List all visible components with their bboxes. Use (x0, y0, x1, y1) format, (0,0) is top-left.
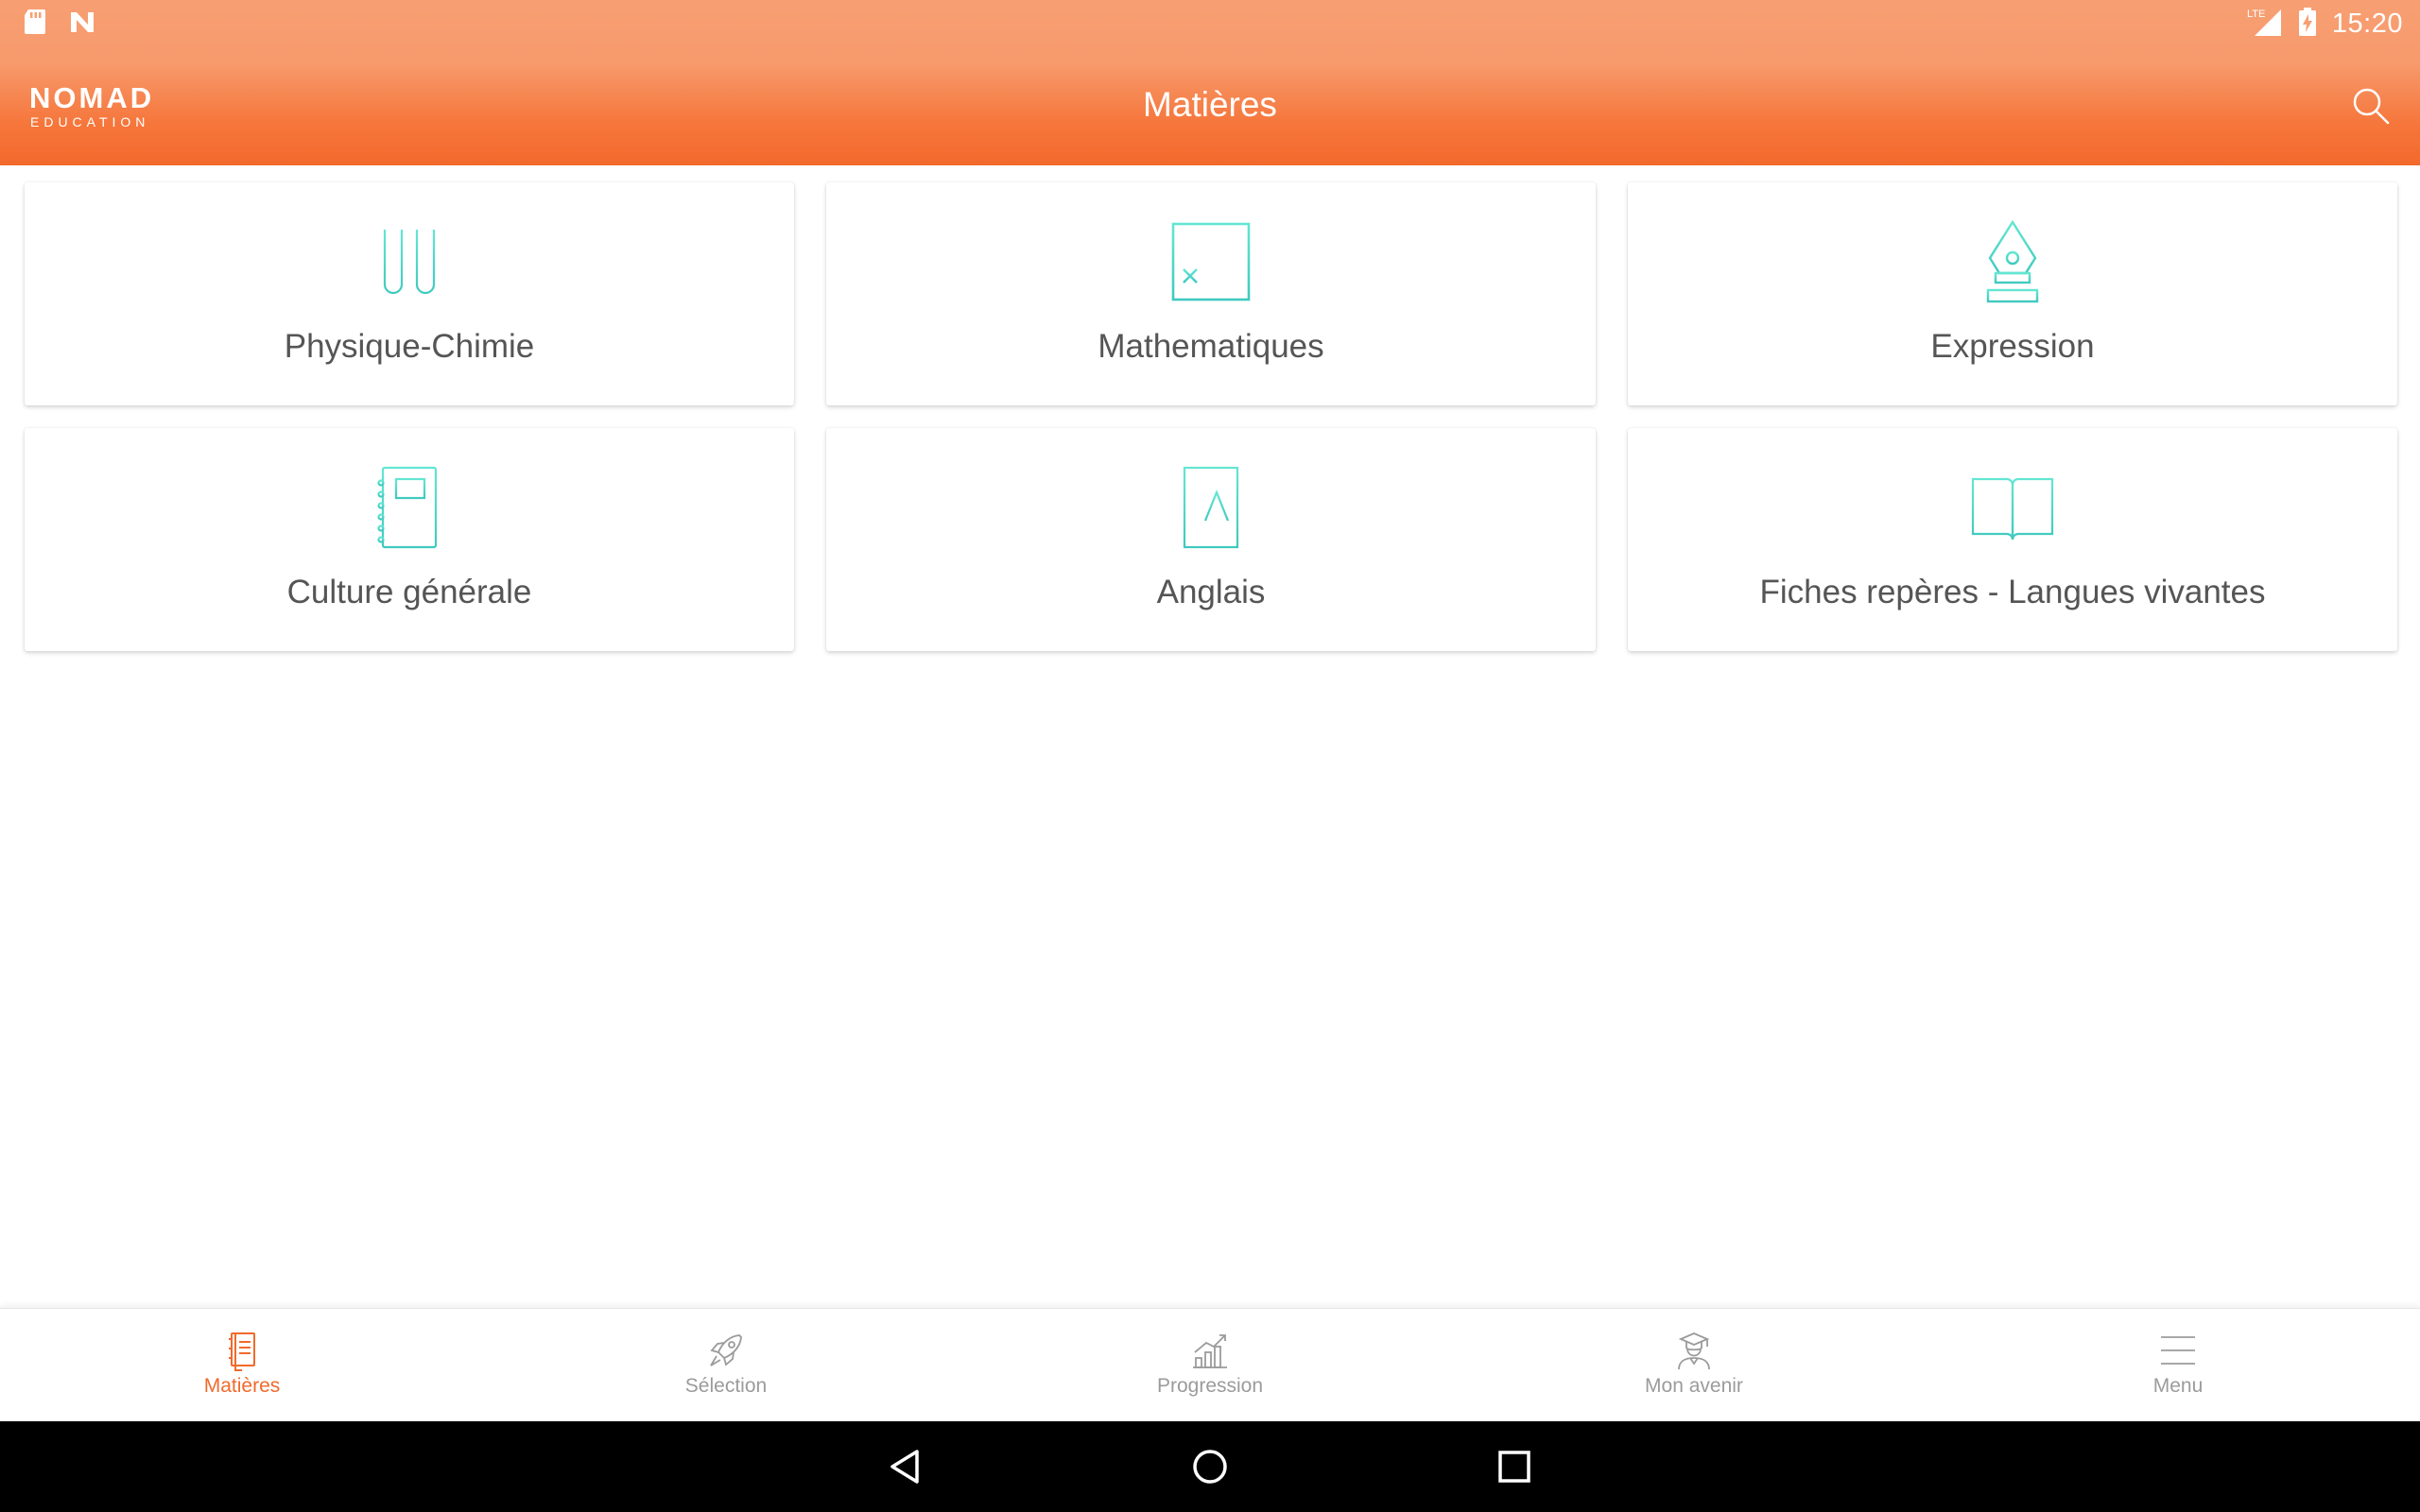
recents-square-icon (1498, 1451, 1530, 1483)
recents-button[interactable] (1492, 1444, 1537, 1489)
subject-card-physique-chimie[interactable]: Physique-Chimie (25, 182, 794, 405)
bar-chart-icon (1193, 1334, 1227, 1368)
letter-book-icon (1183, 466, 1239, 549)
search-icon (2353, 88, 2390, 125)
nav-item-progression[interactable]: Progression (968, 1309, 1452, 1422)
subject-label: Anglais (1156, 574, 1266, 610)
home-circle-icon (1193, 1450, 1227, 1484)
subject-card-mathematiques[interactable]: Mathematiques (826, 182, 1596, 405)
subject-label: Culture générale (286, 574, 532, 610)
search-button[interactable] (2348, 83, 2394, 129)
notebook-icon (229, 1332, 255, 1371)
nav-label: Sélection (684, 1375, 768, 1397)
subject-label: Mathematiques (1098, 328, 1324, 365)
subject-card-expression[interactable]: Expression (1628, 182, 2397, 405)
subject-card-anglais[interactable]: Anglais (826, 428, 1596, 651)
graduate-icon (1678, 1332, 1710, 1370)
sd-card-icon (23, 8, 47, 41)
test-tubes-icon (383, 222, 436, 301)
subject-label: Physique-Chimie (284, 328, 535, 365)
hamburger-menu-icon (2161, 1336, 2195, 1365)
subject-label: Fiches repères - Langues vivantes (1759, 574, 2266, 610)
open-book-icon (1967, 472, 2058, 543)
fountain-pen-icon (1986, 219, 2039, 303)
system-navigation-bar (0, 1421, 2420, 1512)
subject-card-fiches-reperes[interactable]: Fiches repères - Langues vivantes (1628, 428, 2397, 651)
nav-label: Mon avenir (1645, 1375, 1743, 1397)
nav-label: Matières (203, 1375, 281, 1397)
bottom-navigation: Matières Sélection Progression Mon aveni… (0, 1308, 2420, 1422)
back-button[interactable] (883, 1444, 928, 1489)
app-header: LTE 15:20 NOMAD EDUCATION Matières (0, 0, 2420, 165)
status-time: 15:20 (2331, 9, 2403, 39)
page-title: Matières (1143, 85, 1277, 124)
back-triangle-icon (890, 1450, 919, 1484)
network-type-label: LTE (2247, 9, 2265, 20)
status-bar: LTE 15:20 (0, 0, 2420, 47)
app-bar: NOMAD EDUCATION Matières (0, 47, 2420, 165)
home-button[interactable] (1187, 1444, 1233, 1489)
nav-label: Progression (1156, 1375, 1264, 1397)
subject-card-culture-generale[interactable]: Culture générale (25, 428, 794, 651)
notebook-icon (377, 466, 440, 549)
nav-item-selection[interactable]: Sélection (484, 1309, 968, 1422)
nav-item-matieres[interactable]: Matières (0, 1309, 484, 1422)
subject-label: Expression (1930, 328, 2095, 365)
calculator-icon (1171, 222, 1251, 301)
nav-label: Menu (2152, 1375, 2204, 1397)
signal-icon: LTE (2245, 6, 2283, 43)
rocket-icon (710, 1334, 742, 1366)
nav-item-menu[interactable]: Menu (1936, 1309, 2420, 1422)
n-notification-icon (68, 9, 96, 40)
nav-item-mon-avenir[interactable]: Mon avenir (1452, 1309, 1936, 1422)
battery-charging-icon (2298, 7, 2317, 42)
